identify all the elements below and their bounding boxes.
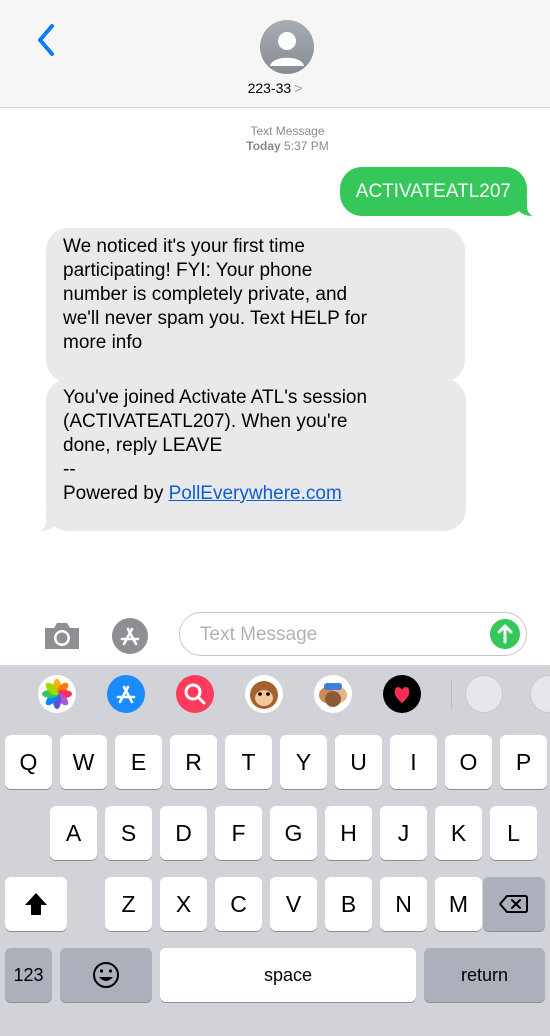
sticker-icon[interactable]: [465, 675, 503, 713]
person-icon[interactable]: [260, 20, 314, 74]
polleverywhere-link[interactable]: PollEverywhere.com: [169, 483, 342, 504]
drawer-divider: [451, 679, 452, 709]
emoji-icon: [93, 962, 119, 988]
thread-label: Text Message: [250, 124, 325, 138]
key-t[interactable]: T: [225, 735, 272, 789]
key-r[interactable]: R: [170, 735, 217, 789]
photos-icon[interactable]: [38, 675, 76, 713]
conversation-header: 223-33 >: [0, 0, 550, 108]
key-i[interactable]: I: [390, 735, 437, 789]
sticker-icon[interactable]: [530, 675, 550, 713]
chevron-right-icon: >: [294, 80, 303, 96]
thread-day: Today: [246, 139, 281, 153]
message-line: You've joined Activate ATL's session: [63, 387, 368, 408]
backspace-icon: [499, 895, 528, 913]
key-f[interactable]: F: [215, 806, 262, 860]
powered-by-text: Powered by: [63, 483, 169, 504]
key-l[interactable]: L: [490, 806, 537, 860]
message-line: participating! FYI: Your phone: [63, 260, 313, 281]
app-store-icon[interactable]: [111, 617, 149, 655]
app-drawer: [0, 665, 550, 721]
message-line: Powered by PollEverywhere.com: [63, 482, 450, 506]
contact-name[interactable]: 223-33 >: [0, 80, 550, 96]
animoji-icon[interactable]: [245, 675, 283, 713]
key-b[interactable]: B: [325, 877, 372, 931]
message-line: We noticed it's your first time: [63, 236, 305, 257]
key-v[interactable]: V: [270, 877, 317, 931]
key-d[interactable]: D: [160, 806, 207, 860]
search-images-icon[interactable]: [176, 675, 214, 713]
camera-icon[interactable]: [42, 620, 82, 652]
key-c[interactable]: C: [215, 877, 262, 931]
chevron-left-icon[interactable]: [34, 22, 60, 58]
arrow-up-icon[interactable]: [490, 619, 520, 649]
digital-touch-icon[interactable]: [383, 675, 421, 713]
key-h[interactable]: H: [325, 806, 372, 860]
shift-arrow-icon: [25, 893, 47, 915]
input-placeholder: Text Message: [200, 624, 318, 645]
incoming-message-bubble[interactable]: You've joined Activate ATL's session (AC…: [26, 379, 466, 532]
key-n[interactable]: N: [380, 877, 427, 931]
key-g[interactable]: G: [270, 806, 317, 860]
key-o[interactable]: O: [445, 735, 492, 789]
keyboard: Q W E R T Y U I O P A S D F G H J K L Z …: [0, 665, 550, 1036]
delete-key[interactable]: [483, 877, 545, 931]
return-key[interactable]: return: [424, 948, 545, 1002]
key-z[interactable]: Z: [105, 877, 152, 931]
numbers-key[interactable]: 123: [5, 948, 52, 1002]
message-line: --: [63, 459, 76, 480]
message-input[interactable]: Text Message: [179, 612, 527, 656]
thread-timestamp: Text Message Today 5:37 PM: [0, 124, 550, 154]
key-k[interactable]: K: [435, 806, 482, 860]
message-line: number is completely private, and: [63, 284, 348, 305]
key-e[interactable]: E: [115, 735, 162, 789]
key-y[interactable]: Y: [280, 735, 327, 789]
key-q[interactable]: Q: [5, 735, 52, 789]
app-store-icon[interactable]: [107, 675, 145, 713]
message-line: more info: [63, 332, 143, 353]
message-line: (ACTIVATEATL207). When you're: [63, 411, 348, 432]
key-u[interactable]: U: [335, 735, 382, 789]
key-p[interactable]: P: [500, 735, 547, 789]
key-w[interactable]: W: [60, 735, 107, 789]
key-m[interactable]: M: [435, 877, 482, 931]
key-s[interactable]: S: [105, 806, 152, 860]
key-x[interactable]: X: [160, 877, 207, 931]
key-a[interactable]: A: [50, 806, 97, 860]
thread-time: 5:37 PM: [284, 139, 329, 153]
outgoing-message-bubble[interactable]: ACTIVATEATL207: [339, 167, 548, 217]
shift-key[interactable]: [5, 877, 67, 931]
message-line: done, reply LEAVE: [63, 435, 223, 456]
space-key[interactable]: space: [160, 948, 416, 1002]
memoji-icon[interactable]: [314, 675, 352, 713]
message-line: we'll never spam you. Text HELP for: [63, 308, 367, 329]
message-text: ACTIVATEATL207: [355, 181, 511, 202]
key-j[interactable]: J: [380, 806, 427, 860]
incoming-message-bubble[interactable]: We noticed it's your first time particip…: [46, 228, 465, 382]
contact-number: 223-33: [247, 80, 292, 96]
emoji-key[interactable]: [60, 948, 152, 1002]
